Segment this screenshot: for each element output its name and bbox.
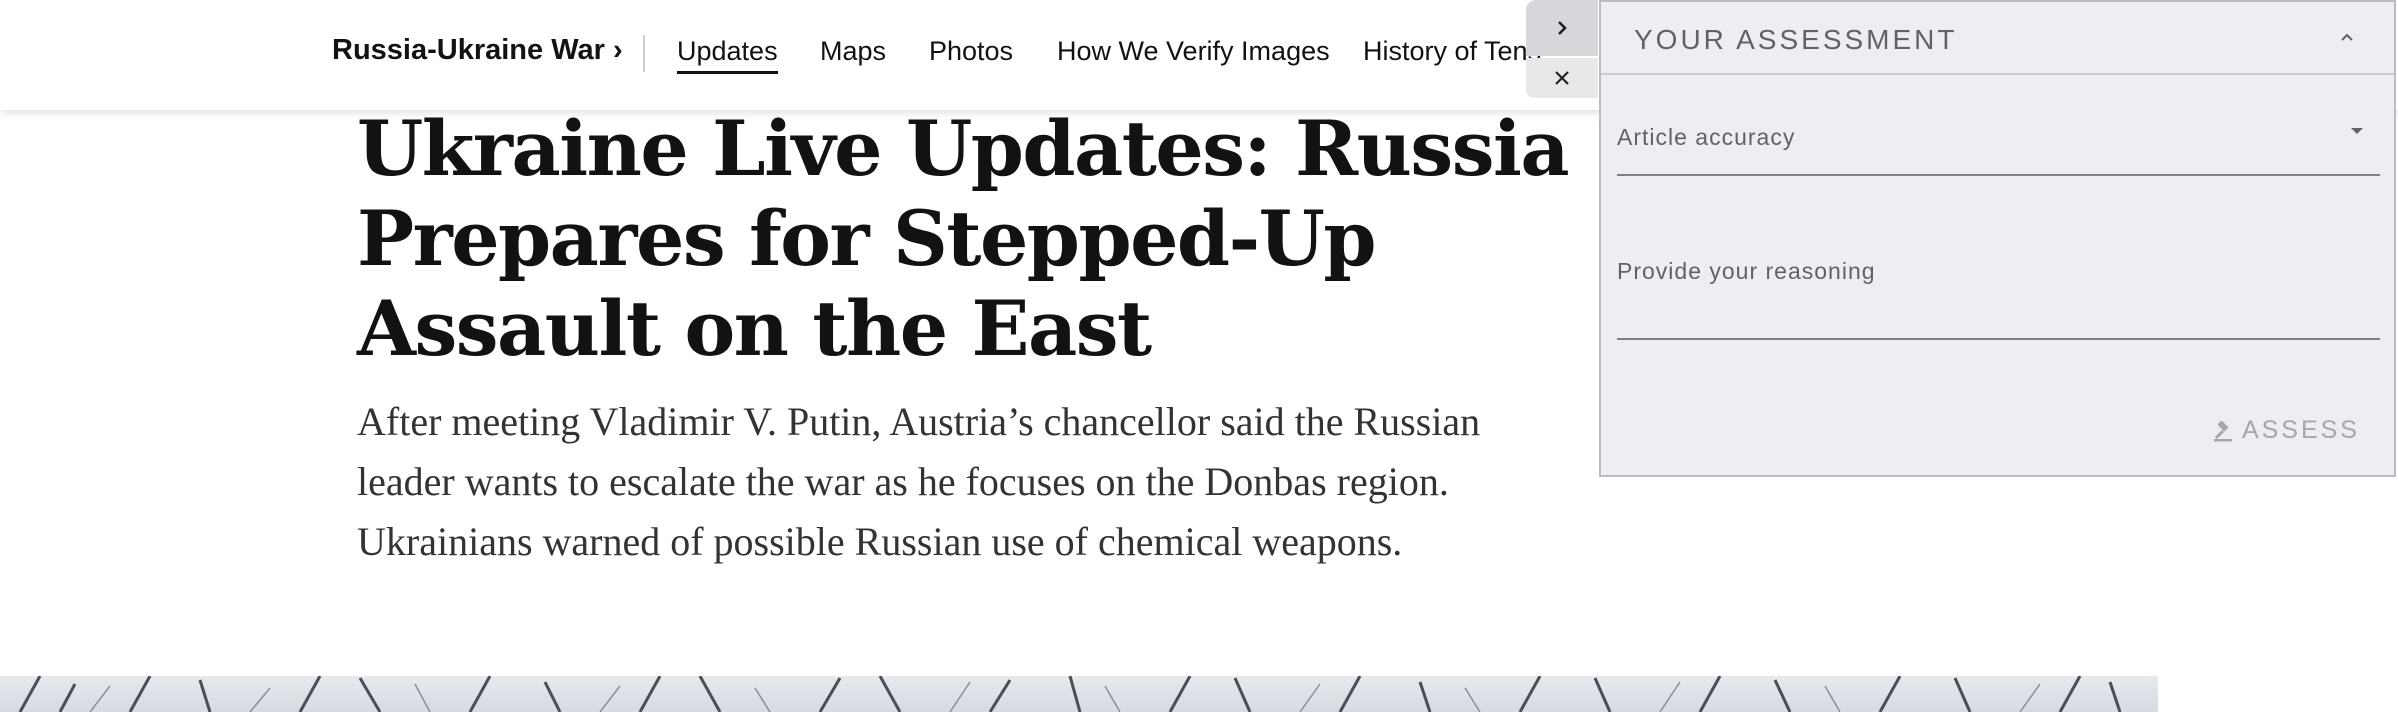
nav-item-photos[interactable]: Photos [929,36,1013,67]
section-link-russia-ukraine-war[interactable]: Russia-Ukraine War › [332,34,623,67]
nav-item-updates[interactable]: Updates [677,36,778,74]
caret-down-icon [2351,128,2363,134]
article-accuracy-underline [1617,174,2380,176]
nav-item-how-we-verify-images[interactable]: How We Verify Images [1057,36,1330,67]
assessment-panel-title: YOUR ASSESSMENT [1634,24,1958,55]
section-chevron-icon: › [612,34,623,66]
article-lead-photo [0,676,2158,712]
chevron-up-icon[interactable] [2338,28,2356,46]
article-accuracy-select[interactable]: Article accuracy [1617,102,2380,177]
expand-panel-button[interactable] [1526,0,1598,56]
assessment-panel: YOUR ASSESSMENT Article accuracy Provide… [1599,0,2396,477]
nav-item-maps[interactable]: Maps [820,36,886,67]
reasoning-underline [1617,338,2380,340]
gavel-icon [2213,420,2232,441]
nav-item-history[interactable]: History of Tens [1363,36,1541,67]
article-summary: After meeting Vladimir V. Putin, Austria… [357,399,1481,564]
article-headline: Ukraine Live Updates: Russia Prepares fo… [357,104,1570,373]
assessment-panel-header[interactable]: YOUR ASSESSMENT [1601,2,2394,75]
reasoning-input[interactable]: Provide your reasoning [1617,242,2380,342]
assess-button[interactable]: ASSESS [2212,416,2360,445]
chevron-right-icon [1558,21,1567,35]
close-icon [1555,71,1569,85]
close-panel-button[interactable] [1526,58,1598,98]
nav-divider [643,35,645,72]
article-accuracy-label: Article accuracy [1617,124,1796,150]
reasoning-label: Provide your reasoning [1617,258,1876,284]
assess-button-label: ASSESS [2241,416,2360,444]
section-link-label: Russia-Ukraine War [332,34,605,66]
